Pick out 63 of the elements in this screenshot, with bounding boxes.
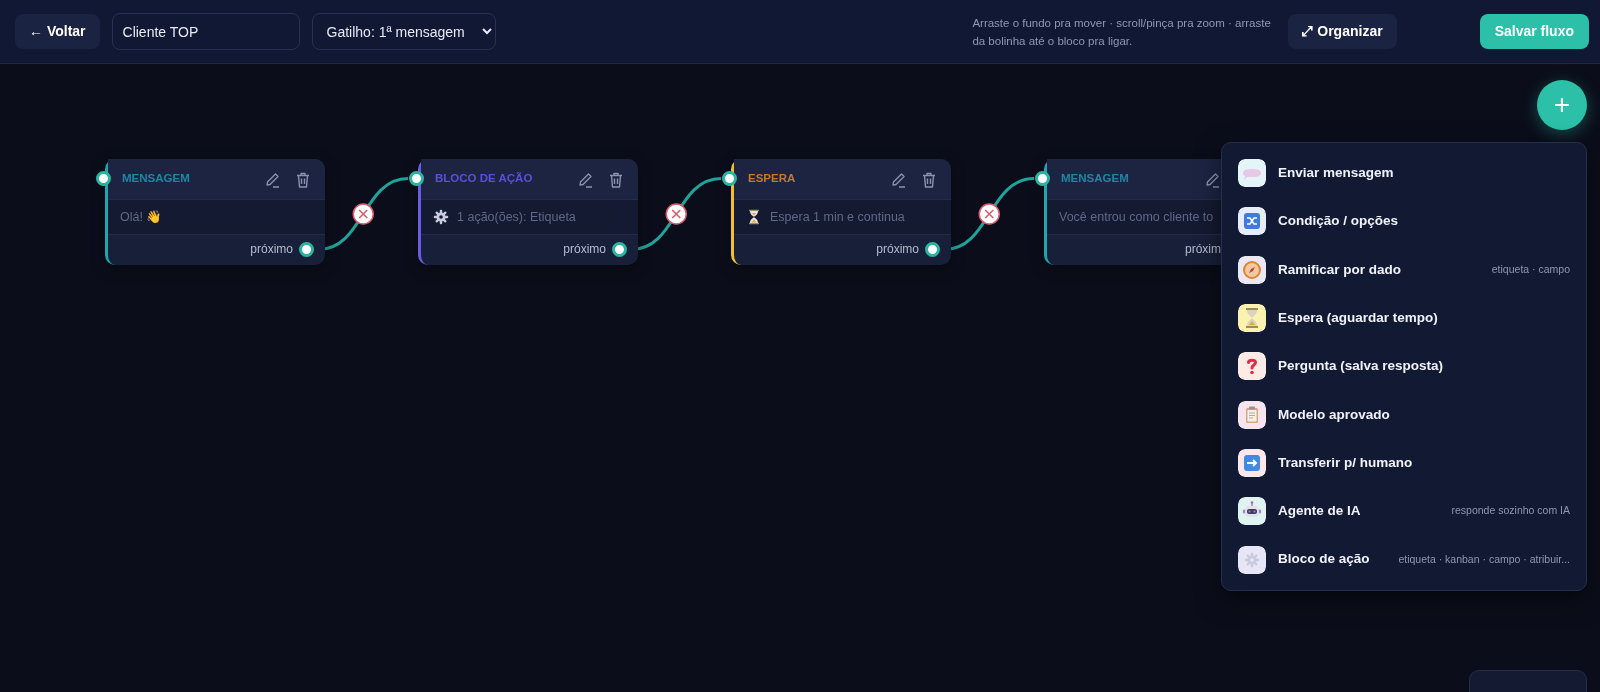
menu-item[interactable]: Espera (aguardar tempo) [1232, 293, 1576, 343]
menu-item-label: Transferir p/ humano [1278, 453, 1413, 472]
menu-item-label: Bloco de ação [1278, 550, 1370, 569]
node-title: ESPERA [748, 171, 796, 187]
hourglass-icon [746, 209, 762, 225]
port-label: próximo [250, 241, 293, 258]
flow-name-field[interactable]: Cliente TOP [111, 13, 300, 50]
menu-item[interactable]: Condição / opções [1232, 197, 1576, 246]
back-button[interactable]: ← Voltar [15, 14, 100, 49]
menu-item-label: Enviar mensagem [1278, 164, 1394, 182]
trigger-select[interactable]: Gatilho: 1ª mensagem [311, 13, 496, 50]
flow-node-card[interactable]: ESPERA Espera 1 min e continua próximo [731, 159, 951, 265]
port-label: próximo [876, 241, 919, 258]
trash-icon[interactable] [920, 170, 937, 188]
trash-icon[interactable] [294, 170, 311, 188]
node-text: Você entrou como cliente to [1059, 208, 1214, 226]
shuffle-icon [1238, 207, 1266, 236]
edit-icon[interactable] [1204, 170, 1221, 188]
flow-node-card[interactable]: MENSAGEM Olá! 👋 próximo [105, 159, 325, 265]
edit-icon[interactable] [890, 170, 907, 188]
delete-connection-icon[interactable] [352, 203, 374, 225]
hourglass-icon [1238, 304, 1266, 333]
port-label: próximo [563, 241, 606, 258]
menu-item-hint: responde sozinho com IA [1450, 503, 1570, 519]
node-text: Olá! 👋 [120, 208, 163, 226]
menu-item[interactable]: Bloco de ação etiqueta · kanban · campo · atribuir... [1232, 535, 1576, 584]
arrow-right-icon [1238, 448, 1266, 477]
menu-item[interactable]: Enviar mensagem [1232, 149, 1576, 198]
menu-item[interactable]: Transferir p/ humano [1232, 438, 1576, 488]
menu-item-label: Modelo aprovado [1278, 405, 1390, 424]
flow-node-card[interactable]: BLOCO DE AÇÃO 1 ação(ões): Etiqueta próximo [418, 159, 638, 265]
node-title: BLOCO DE AÇÃO [435, 171, 533, 187]
delete-connection-icon[interactable] [978, 203, 1000, 225]
menu-item-label: Pergunta (salva resposta) [1278, 357, 1444, 376]
menu-item-label: Agente de IA [1278, 502, 1361, 521]
menu-item[interactable]: Agente de IA responde sozinho com IA [1232, 487, 1576, 536]
menu-item[interactable]: Pergunta (salva resposta) [1232, 342, 1576, 391]
gear-icon [433, 209, 449, 225]
edit-icon[interactable] [264, 170, 281, 188]
delete-connection-icon[interactable] [665, 203, 687, 225]
node-title: MENSAGEM [1061, 171, 1129, 187]
organize-button[interactable]: ⤢ Organizar [1288, 14, 1397, 49]
menu-item[interactable]: Ramificar por dado etiqueta · campo [1232, 245, 1576, 294]
node-text: 1 ação(ões): Etiqueta [457, 208, 576, 226]
menu-item-label: Espera (aguardar tempo) [1278, 308, 1438, 327]
question-icon [1238, 352, 1266, 381]
flow-node-card[interactable]: MENSAGEM Você entrou como cliente to próxim [1044, 159, 1221, 265]
menu-item-hint: etiqueta · kanban · campo · atribuir... [1397, 551, 1570, 567]
help-text: Arraste o fundo pra mover · scroll/pinça pra zoom · arraste da bolinha até o bloco pra ligar. [972, 15, 1272, 49]
menu-item-label: Ramificar por dado [1278, 260, 1402, 279]
edit-icon[interactable] [577, 170, 594, 188]
clipboard-icon [1238, 400, 1266, 429]
port-label: próxim [1185, 241, 1221, 258]
menu-item-label: Condição / opções [1278, 212, 1399, 231]
node-title: MENSAGEM [122, 171, 190, 187]
speech-bubble-icon [1238, 159, 1266, 188]
trash-icon[interactable] [607, 170, 624, 188]
gear-icon [1238, 545, 1266, 574]
node-text: Espera 1 min e continua [770, 208, 905, 226]
menu-item-hint: etiqueta · campo [1490, 261, 1570, 277]
menu-item[interactable]: Modelo aprovado [1232, 390, 1576, 439]
compass-icon [1238, 255, 1266, 284]
robot-icon [1238, 497, 1266, 526]
